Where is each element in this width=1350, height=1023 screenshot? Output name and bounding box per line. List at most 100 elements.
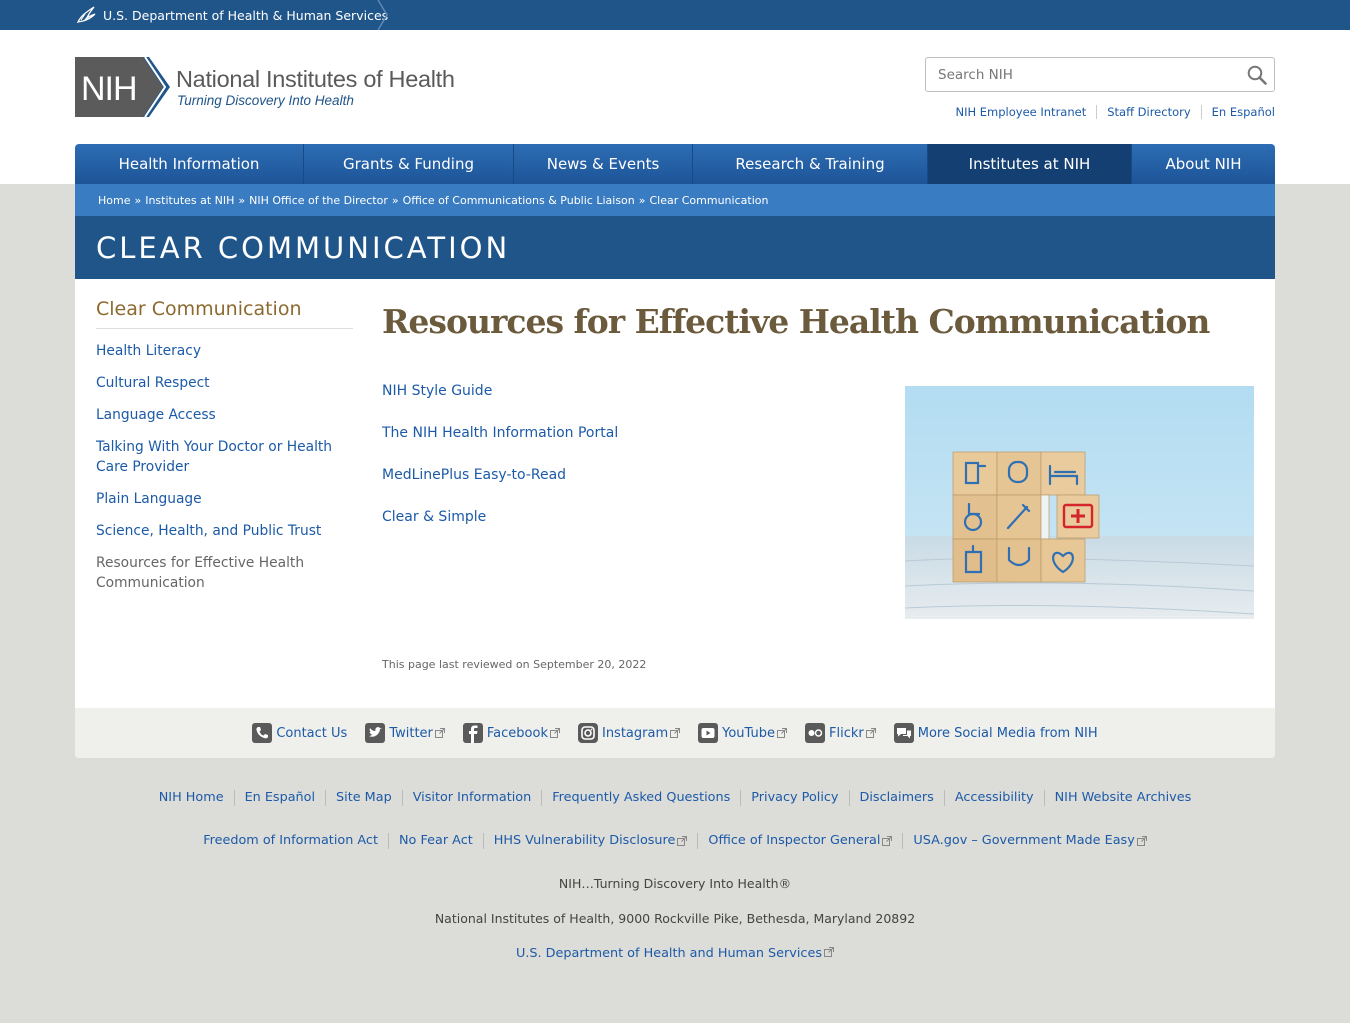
- social-contact-us[interactable]: Contact Us: [252, 723, 347, 743]
- page-banner: CLEAR COMMUNICATION: [75, 216, 1275, 279]
- util-link-intranet[interactable]: NIH Employee Intranet: [945, 105, 1096, 119]
- footer-link-vulnerability-label: HHS Vulnerability Disclosure: [493, 833, 676, 848]
- util-link-espanol[interactable]: En Español: [1200, 105, 1275, 119]
- footer-link-no-fear[interactable]: No Fear Act: [387, 833, 483, 849]
- footer-link-faq[interactable]: Frequently Asked Questions: [541, 790, 740, 806]
- social-facebook-label: Facebook: [486, 725, 548, 741]
- resource-link-health-info-portal[interactable]: The NIH Health Information Portal: [382, 425, 618, 441]
- social-twitter[interactable]: Twitter: [365, 723, 445, 743]
- utility-links: NIH Employee Intranet Staff Directory En…: [945, 105, 1275, 119]
- external-link-icon: [670, 728, 681, 738]
- social-media-icon: [893, 723, 914, 743]
- sidebar-item-plain-language[interactable]: Plain Language: [96, 489, 353, 509]
- sidebar-item-talking-with-doctor[interactable]: Talking With Your Doctor or Health Care …: [96, 437, 353, 477]
- external-link-icon: [777, 728, 787, 738]
- breadcrumb: Home» Institutes at NIH» NIH Office of t…: [75, 184, 1275, 216]
- external-link-icon: [882, 836, 893, 846]
- footer-link-accessibility[interactable]: Accessibility: [943, 790, 1044, 806]
- external-link-icon: [865, 728, 876, 738]
- logo-mark-text: NIH: [81, 70, 137, 108]
- footer-link-hhs[interactable]: U.S. Department of Health and Human Serv…: [516, 946, 834, 961]
- footer-link-usa-gov-label: USA.gov – Government Made Easy: [913, 833, 1135, 848]
- external-link-icon: [824, 947, 834, 957]
- resource-link-medlineplus[interactable]: MedLinePlus Easy-to-Read: [382, 467, 566, 483]
- hhs-bar: U.S. Department of Health & Human Servic…: [0, 0, 1350, 30]
- footer-link-privacy[interactable]: Privacy Policy: [740, 790, 848, 806]
- footer-hhs: U.S. Department of Health and Human Serv…: [0, 946, 1350, 961]
- footer-link-usa-gov[interactable]: USA.gov – Government Made Easy: [902, 833, 1156, 849]
- social-youtube[interactable]: YouTube: [698, 723, 787, 743]
- footer-link-foia[interactable]: Freedom of Information Act: [193, 833, 388, 849]
- flickr-icon: [805, 723, 825, 743]
- page-title: Resources for Effective Health Communica…: [382, 302, 1210, 341]
- footer-link-espanol[interactable]: En Español: [233, 790, 325, 806]
- sidebar-item-language-access[interactable]: Language Access: [96, 405, 353, 425]
- content-card: Home» Institutes at NIH» NIH Office of t…: [75, 184, 1275, 758]
- footer-link-archives[interactable]: NIH Website Archives: [1043, 790, 1202, 806]
- sidebar-title[interactable]: Clear Communication: [96, 298, 353, 329]
- sidebar-item-public-trust[interactable]: Science, Health, and Public Trust: [96, 521, 353, 541]
- main-nav: Health Information Grants & Funding News…: [75, 144, 1275, 184]
- nih-logo-mark: NIH: [75, 57, 170, 117]
- sidebar-item-cultural-respect[interactable]: Cultural Respect: [96, 373, 353, 393]
- external-link-icon: [549, 728, 560, 738]
- main-content: Resources for Effective Health Communica…: [382, 298, 1262, 671]
- footer-tagline: NIH…Turning Discovery Into Health®: [558, 876, 792, 891]
- social-more[interactable]: More Social Media from NIH: [893, 723, 1098, 743]
- social-flickr[interactable]: Flickr: [805, 723, 876, 743]
- nav-about-nih[interactable]: About NIH: [1132, 144, 1275, 184]
- footer-link-inspector-general[interactable]: Office of Inspector General: [697, 833, 902, 849]
- hhs-label: U.S. Department of Health & Human Servic…: [103, 7, 389, 23]
- logo-title: National Institutes of Health: [176, 65, 455, 92]
- hhs-eagle-icon: [76, 6, 96, 23]
- search-input[interactable]: [926, 58, 1226, 91]
- nav-research-training[interactable]: Research & Training: [693, 144, 928, 184]
- footer-links-primary: NIH Home En Español Site Map Visitor Inf…: [0, 790, 1350, 806]
- breadcrumb-current: Clear Communication: [649, 193, 769, 207]
- sidebar: Clear Communication Health Literacy Cult…: [96, 298, 353, 605]
- hhs-chevron-icon: [377, 0, 388, 30]
- resource-link-style-guide[interactable]: NIH Style Guide: [382, 383, 492, 399]
- footer-link-visitor-info[interactable]: Visitor Information: [401, 790, 542, 806]
- footer-link-site-map[interactable]: Site Map: [325, 790, 402, 806]
- facebook-icon: [462, 723, 483, 743]
- external-link-icon: [1136, 836, 1147, 846]
- social-flickr-label: Flickr: [829, 725, 864, 741]
- hhs-link[interactable]: U.S. Department of Health & Human Servic…: [75, 0, 388, 30]
- breadcrumb-home[interactable]: Home: [98, 194, 130, 207]
- social-youtube-label: YouTube: [722, 725, 775, 741]
- footer-link-nih-home[interactable]: NIH Home: [149, 790, 234, 806]
- breadcrumb-office-director[interactable]: NIH Office of the Director: [249, 194, 388, 207]
- footer-link-disclaimers[interactable]: Disclaimers: [848, 790, 944, 806]
- footer-link-inspector-general-label: Office of Inspector General: [708, 833, 881, 848]
- external-link-icon: [677, 836, 688, 846]
- last-reviewed: This page last reviewed on September 20,…: [382, 658, 647, 671]
- breadcrumb-ocpl[interactable]: Office of Communications & Public Liaiso…: [403, 194, 635, 207]
- util-link-staff-directory[interactable]: Staff Directory: [1096, 105, 1200, 119]
- sidebar-item-resources-current: Resources for Effective Health Communica…: [96, 555, 305, 591]
- footer-link-vulnerability[interactable]: HHS Vulnerability Disclosure: [482, 833, 698, 849]
- nav-news-events[interactable]: News & Events: [514, 144, 693, 184]
- resource-link-clear-simple[interactable]: Clear & Simple: [382, 509, 486, 525]
- social-instagram[interactable]: Instagram: [577, 723, 681, 743]
- sidebar-item-health-literacy[interactable]: Health Literacy: [96, 341, 353, 361]
- footer-link-hhs-label: U.S. Department of Health and Human Serv…: [515, 946, 822, 961]
- twitter-icon: [365, 723, 386, 743]
- social-twitter-label: Twitter: [389, 725, 433, 741]
- footer-link-foia-label: Freedom of Information Act: [203, 833, 378, 848]
- search-box: [925, 57, 1275, 92]
- social-instagram-label: Instagram: [601, 725, 669, 741]
- external-link-icon: [434, 728, 445, 738]
- footer-address: National Institutes of Health, 9000 Rock…: [434, 911, 916, 926]
- social-facebook[interactable]: Facebook: [462, 723, 560, 743]
- youtube-icon: [698, 723, 719, 743]
- phone-icon: [252, 723, 273, 743]
- breadcrumb-institutes[interactable]: Institutes at NIH: [145, 194, 234, 207]
- search-icon[interactable]: [1247, 65, 1267, 85]
- nav-health-information[interactable]: Health Information: [75, 144, 304, 184]
- social-contact-us-label: Contact Us: [276, 725, 348, 741]
- nav-grants-funding[interactable]: Grants & Funding: [304, 144, 514, 184]
- logo-tagline: Turning Discovery Into Health: [177, 92, 354, 108]
- nih-logo[interactable]: NIH National Institutes of Health Turnin…: [75, 57, 455, 117]
- nav-institutes-at-nih[interactable]: Institutes at NIH: [928, 144, 1132, 184]
